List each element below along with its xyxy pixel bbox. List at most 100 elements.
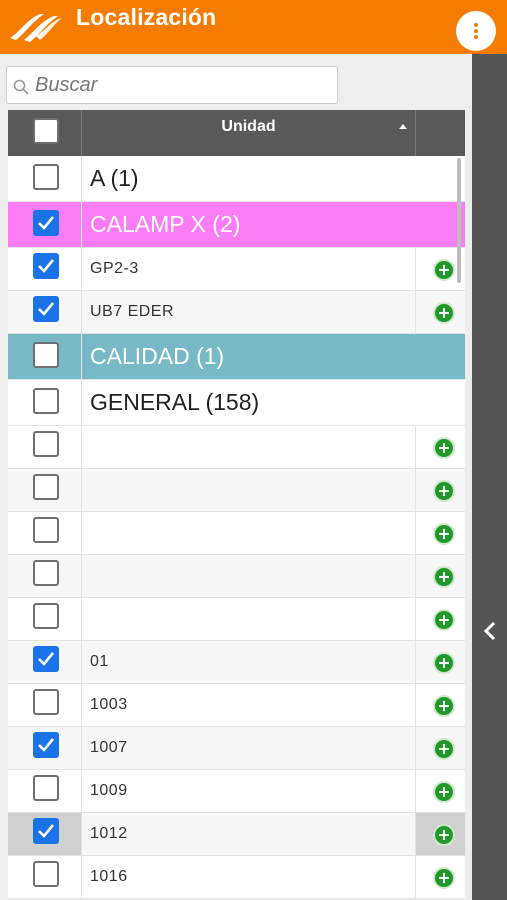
- unit-row[interactable]: 1009: [8, 770, 465, 813]
- row-checkbox[interactable]: [33, 560, 59, 586]
- table-body: A (1) CALAMP X (2) GP2-3 UB7 EDER CALIDAD (1…: [8, 156, 465, 899]
- group-label: CALAMP X (2): [90, 211, 241, 237]
- unit-row[interactable]: [8, 469, 465, 512]
- app-header: Localización: [0, 0, 507, 54]
- column-header-label: Unidad: [221, 118, 276, 135]
- add-circle-icon[interactable]: [433, 652, 455, 674]
- row-checkbox[interactable]: [33, 603, 59, 629]
- search-input[interactable]: [35, 70, 335, 100]
- row-checkbox[interactable]: [33, 861, 59, 887]
- table-scrollbar[interactable]: [457, 158, 461, 283]
- row-label-cell: [82, 426, 416, 468]
- column-header-unidad[interactable]: Unidad: [82, 110, 416, 156]
- row-checkbox-cell: [8, 770, 82, 812]
- more-menu-button[interactable]: [456, 11, 496, 51]
- add-circle-icon[interactable]: [433, 867, 455, 889]
- row-label-cell: UB7 EDER: [82, 291, 416, 333]
- search-icon: [13, 79, 29, 95]
- row-checkbox-cell: [8, 512, 82, 554]
- row-checkbox[interactable]: [33, 689, 59, 715]
- add-circle-icon[interactable]: [433, 259, 455, 281]
- unit-label: 1012: [90, 825, 128, 842]
- group-row[interactable]: CALIDAD (1): [8, 334, 465, 380]
- unit-label: GP2-3: [90, 260, 139, 277]
- add-circle-icon[interactable]: [433, 824, 455, 846]
- row-checkbox[interactable]: [33, 732, 59, 758]
- row-checkbox[interactable]: [33, 164, 59, 190]
- row-label-cell: GP2-3: [82, 248, 416, 290]
- row-label-cell: 1016: [82, 856, 416, 898]
- add-circle-icon[interactable]: [433, 566, 455, 588]
- row-checkbox-cell: [8, 248, 82, 290]
- unit-row[interactable]: 1016: [8, 856, 465, 899]
- row-label-cell: A (1): [82, 156, 465, 201]
- row-label-cell: 1009: [82, 770, 416, 812]
- unit-label: UB7 EDER: [90, 303, 175, 320]
- row-checkbox[interactable]: [33, 775, 59, 801]
- row-checkbox[interactable]: [33, 646, 59, 672]
- row-checkbox-cell: [8, 334, 82, 379]
- row-label-cell: CALIDAD (1): [82, 334, 465, 379]
- unit-row[interactable]: [8, 512, 465, 555]
- page-title: Localización: [76, 4, 217, 30]
- row-checkbox-cell: [8, 641, 82, 683]
- add-circle-icon[interactable]: [433, 480, 455, 502]
- unit-row[interactable]: 1003: [8, 684, 465, 727]
- row-checkbox-cell: [8, 813, 82, 855]
- row-checkbox[interactable]: [33, 818, 59, 844]
- add-circle-icon[interactable]: [433, 738, 455, 760]
- units-table: Unidad A (1) CALAMP X (2) GP2-3 UB7 EDER CAL…: [8, 110, 465, 899]
- row-checkbox-cell: [8, 856, 82, 898]
- unit-row[interactable]: [8, 598, 465, 641]
- row-label-cell: 01: [82, 641, 416, 683]
- more-vertical-icon: [474, 23, 478, 39]
- unit-row[interactable]: GP2-3: [8, 248, 465, 291]
- group-label: A (1): [90, 165, 139, 191]
- group-label: GENERAL (158): [90, 389, 260, 415]
- row-checkbox[interactable]: [33, 342, 59, 368]
- add-circle-icon[interactable]: [433, 523, 455, 545]
- add-circle-icon[interactable]: [433, 437, 455, 459]
- add-circle-icon[interactable]: [433, 302, 455, 324]
- row-checkbox-cell: [8, 684, 82, 726]
- row-label-cell: [82, 512, 416, 554]
- row-checkbox-cell: [8, 380, 82, 425]
- chevron-left-icon: [483, 621, 496, 641]
- row-checkbox-cell: [8, 555, 82, 597]
- row-checkbox-cell: [8, 598, 82, 640]
- row-label-cell: 1012: [82, 813, 416, 855]
- add-circle-icon[interactable]: [433, 609, 455, 631]
- row-checkbox-cell: [8, 426, 82, 468]
- search-box: [6, 66, 338, 104]
- group-row[interactable]: CALAMP X (2): [8, 202, 465, 248]
- row-checkbox[interactable]: [33, 517, 59, 543]
- row-checkbox-cell: [8, 291, 82, 333]
- row-checkbox[interactable]: [33, 388, 59, 414]
- unit-row[interactable]: UB7 EDER: [8, 291, 465, 334]
- unit-row[interactable]: 01: [8, 641, 465, 684]
- select-all-checkbox[interactable]: [33, 118, 59, 144]
- row-label-cell: 1003: [82, 684, 416, 726]
- group-label: CALIDAD (1): [90, 343, 225, 369]
- row-label-cell: GENERAL (158): [82, 380, 465, 425]
- row-label-cell: [82, 555, 416, 597]
- add-circle-icon[interactable]: [433, 695, 455, 717]
- row-checkbox-cell: [8, 727, 82, 769]
- unit-row[interactable]: [8, 426, 465, 469]
- add-circle-icon[interactable]: [433, 781, 455, 803]
- unit-row[interactable]: [8, 555, 465, 598]
- unit-row[interactable]: 1007: [8, 727, 465, 770]
- row-checkbox[interactable]: [33, 474, 59, 500]
- select-all-cell: [8, 110, 82, 156]
- row-label-cell: 1007: [82, 727, 416, 769]
- group-row[interactable]: A (1): [8, 156, 465, 202]
- collapse-panel-bar[interactable]: [472, 54, 507, 900]
- row-checkbox[interactable]: [33, 253, 59, 279]
- row-checkbox[interactable]: [33, 296, 59, 322]
- row-label-cell: [82, 469, 416, 511]
- row-checkbox[interactable]: [33, 431, 59, 457]
- group-row[interactable]: GENERAL (158): [8, 380, 465, 426]
- brand-logo-icon: [10, 14, 62, 42]
- unit-row[interactable]: 1012: [8, 813, 465, 856]
- row-checkbox[interactable]: [33, 210, 59, 236]
